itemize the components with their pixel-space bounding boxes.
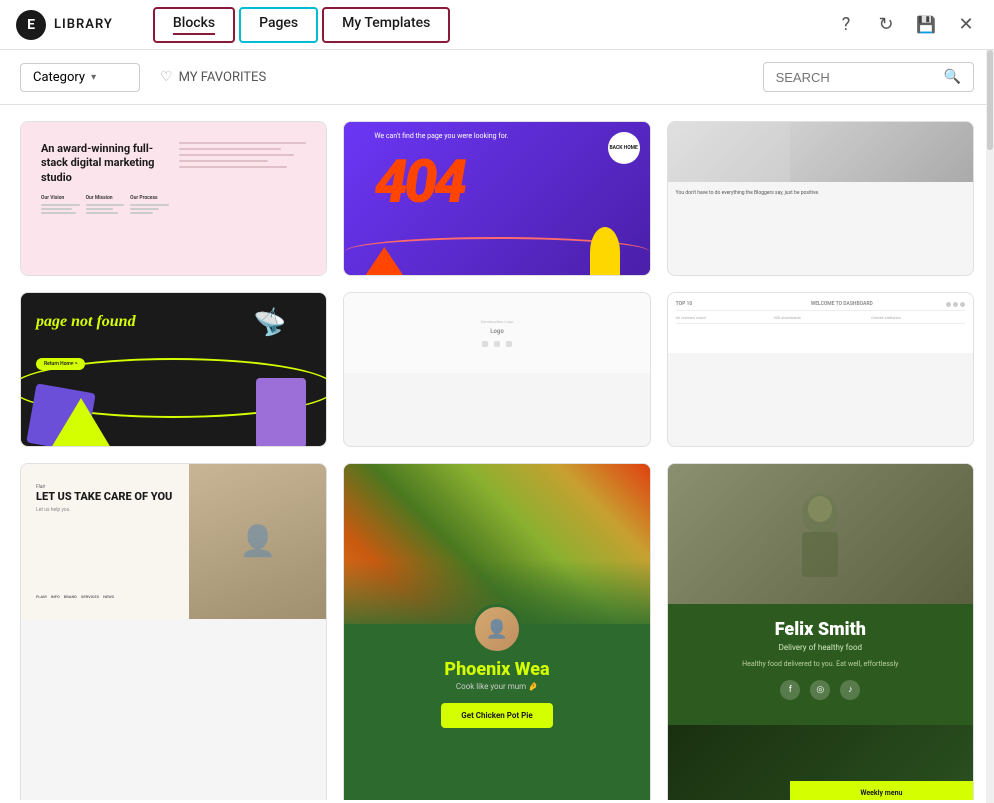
scrollbar-track[interactable]	[986, 50, 994, 803]
card-felix-subtitle: Delivery of healthy food	[683, 643, 958, 652]
card-business-blog[interactable]: You don't have to do everything the Blog…	[667, 121, 974, 276]
tiktok-icon[interactable]: ♪	[840, 680, 860, 700]
favorites-button[interactable]: ♡ MY FAVORITES	[160, 69, 266, 85]
card-care[interactable]: Flair LET US TAKE CARE OF YOU Let us hel…	[20, 463, 327, 800]
logo-area: E LIBRARY	[16, 10, 113, 40]
refresh-icon[interactable]: ↻	[874, 13, 898, 37]
card-felix-veggie-image: Weekly menu	[668, 725, 973, 800]
help-icon[interactable]: ?	[834, 13, 858, 37]
tab-pages[interactable]: Pages	[239, 7, 318, 43]
card-logo-simple[interactable]: Construction Logo Logo	[343, 292, 650, 447]
header-actions: ? ↻ 💾 ✕	[834, 13, 978, 37]
toolbar: Category ▾ ♡ MY FAVORITES 🔍	[0, 50, 994, 105]
card-404-text: 404	[374, 152, 463, 212]
logo-text: LIBRARY	[54, 17, 113, 32]
facebook-icon[interactable]: f	[780, 680, 800, 700]
save-icon[interactable]: 💾	[914, 13, 938, 37]
card-felix-chef-image	[668, 464, 973, 604]
instagram-icon[interactable]: ◎	[810, 680, 830, 700]
tab-mytemplates[interactable]: My Templates	[322, 7, 450, 43]
card-phoenix-cta[interactable]: Get Chicken Pot Pie	[441, 703, 552, 728]
card-table-minimal[interactable]: TOP 10 WELCOME TO DASHBOARD All reviews …	[667, 292, 974, 447]
card-business-text: You don't have to do everything the Blog…	[668, 182, 973, 205]
close-icon[interactable]: ✕	[954, 13, 978, 37]
card-logo-label: Logo	[481, 328, 514, 335]
chevron-down-icon: ▾	[91, 72, 96, 83]
card-404-subtitle: We can't find the page you were looking …	[374, 132, 508, 142]
search-input[interactable]	[776, 70, 936, 85]
card-404-button: BACK HOME	[608, 132, 640, 164]
card-care-subtitle: Let us help you.	[36, 507, 174, 513]
card-phoenix-avatar: 👤	[472, 604, 522, 654]
template-grid: An award-winning full-stack digital mark…	[0, 105, 994, 800]
card-404-colorful[interactable]: We can't find the page you were looking …	[343, 121, 650, 276]
card-felix-name: Felix Smith	[683, 619, 958, 640]
card-felix-menu-button[interactable]: Weekly menu	[790, 781, 973, 800]
heart-icon: ♡	[160, 69, 173, 85]
card-phoenix[interactable]: 👤 Phoenix Wea Cook like your mum 🤌 Get C…	[343, 463, 650, 800]
card-felix-description: Healthy food delivered to you. Eat well,…	[683, 660, 958, 670]
card-phoenix-food-image	[344, 464, 649, 624]
category-dropdown[interactable]: Category ▾	[20, 63, 140, 92]
card-page-not-found[interactable]: page not found Return Home > 📡	[20, 292, 327, 447]
tab-blocks[interactable]: Blocks	[153, 7, 235, 43]
tabs: Blocks Pages My Templates	[153, 7, 450, 43]
scrollbar-thumb[interactable]	[987, 50, 993, 150]
card-marketing-title: An award-winning full-stack digital mark…	[41, 142, 169, 185]
card-care-title: LET US TAKE CARE OF YOU	[36, 490, 174, 503]
logo-icon: E	[16, 10, 46, 40]
card-phoenix-tagline: Cook like your mum 🤌	[359, 682, 634, 691]
header: E LIBRARY Blocks Pages My Templates ? ↻ …	[0, 0, 994, 50]
card-phoenix-name: Phoenix Wea	[359, 659, 634, 680]
card-felix-social: f ◎ ♪	[683, 680, 958, 700]
search-area[interactable]: 🔍	[763, 62, 974, 92]
card-felix[interactable]: Felix Smith Delivery of healthy food Hea…	[667, 463, 974, 800]
card-notfound-title: page not found	[36, 313, 136, 331]
card-logo-text: Construction Logo	[481, 319, 514, 324]
card-marketing[interactable]: An award-winning full-stack digital mark…	[20, 121, 327, 276]
search-icon: 🔍	[944, 69, 961, 85]
satellite-icon: 📡	[253, 304, 291, 341]
